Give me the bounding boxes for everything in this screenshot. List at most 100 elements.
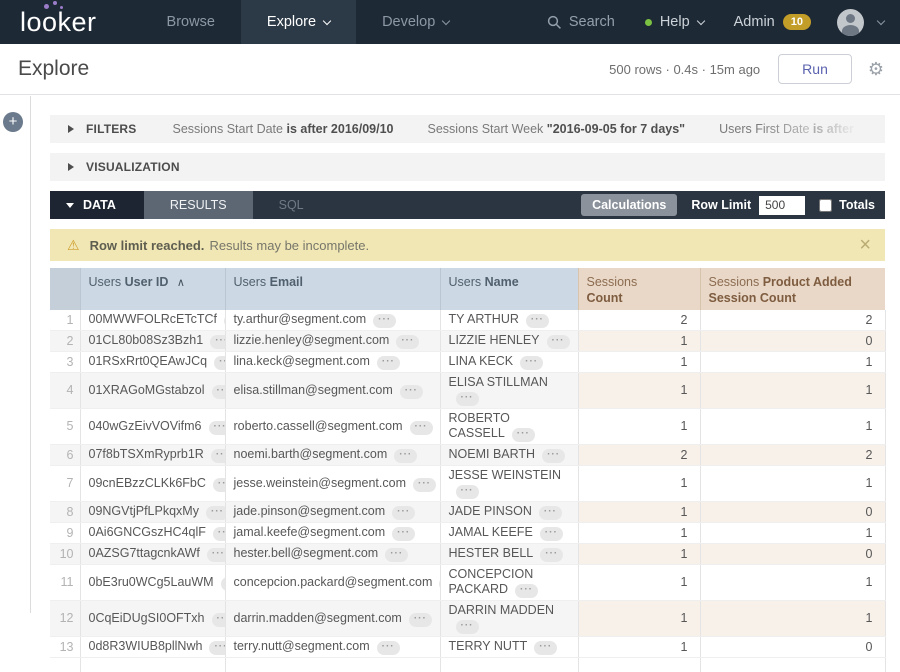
help-menu[interactable]: Help [645,14,704,30]
sessions-count-cell[interactable]: 2 [578,445,700,466]
product-added-count-cell[interactable]: 1 [700,565,885,601]
cell-menu-icon[interactable] [394,449,417,463]
cell-menu-icon[interactable] [396,335,419,349]
cell-menu-icon[interactable] [520,356,543,370]
tab-sql[interactable]: SQL [253,191,330,219]
cell-menu-icon[interactable] [413,478,436,492]
name-cell[interactable]: LIZZIE HENLEY [440,331,578,352]
name-cell[interactable]: DARRIN MADDEN [440,601,578,637]
user-id-cell[interactable]: 09NGVtjPfLPkqxMy [80,502,225,523]
cell-menu-icon[interactable] [373,314,396,328]
user-id-cell[interactable]: 01CL80b08Sz3Bzh1 [80,331,225,352]
name-cell[interactable]: JAMAL KEEFE [440,523,578,544]
email-cell[interactable]: jade.pinson@segment.com [225,502,440,523]
name-cell[interactable]: JESSE WEINSTEIN [440,466,578,502]
name-cell[interactable]: TY ARTHUR [440,310,578,331]
product-added-count-cell[interactable]: 1 [700,373,885,409]
cell-menu-icon[interactable] [409,613,432,627]
email-cell[interactable]: hester.bell@segment.com [225,544,440,565]
cell-menu-icon[interactable] [456,485,479,499]
cell-menu-icon[interactable] [212,385,225,399]
cell-menu-icon[interactable] [213,527,225,541]
admin-menu[interactable]: Admin 10 [734,14,811,30]
column-header-email[interactable]: Users Email [225,268,440,310]
column-header-sessions-count[interactable]: Sessions Count [578,268,700,310]
user-id-cell[interactable]: 0bE3ru0WCg5LauWM [80,565,225,601]
sessions-count-cell[interactable]: 1 [578,466,700,502]
product-added-count-cell[interactable]: 0 [700,331,885,352]
sessions-count-cell[interactable]: 1 [578,565,700,601]
row-limit-input[interactable] [759,196,805,215]
cell-menu-icon[interactable] [392,527,415,541]
tab-data[interactable]: DATA [50,191,144,219]
product-added-count-cell[interactable]: 0 [700,502,885,523]
user-id-cell[interactable]: 07f8bTSXmRyprb1R [80,445,225,466]
cell-menu-icon[interactable] [539,506,562,520]
sessions-count-cell[interactable]: 1 [578,373,700,409]
cell-menu-icon[interactable] [540,527,563,541]
sessions-count-cell[interactable]: 2 [578,310,700,331]
totals-checkbox[interactable] [819,199,832,212]
cell-menu-icon[interactable] [377,356,400,370]
product-added-count-cell[interactable]: 1 [700,466,885,502]
column-header-product-added[interactable]: Sessions Product Added Session Count [700,268,885,310]
email-cell[interactable]: jamal.keefe@segment.com [225,523,440,544]
email-cell[interactable]: lina.keck@segment.com [225,352,440,373]
cell-menu-icon[interactable] [392,506,415,520]
cell-menu-icon[interactable] [213,478,225,492]
user-id-cell[interactable]: 0Ai6GNCGszHC4qlF [80,523,225,544]
cell-menu-icon[interactable] [210,335,225,349]
nav-item-browse[interactable]: Browse [141,0,241,44]
nav-item-develop[interactable]: Develop [356,0,475,44]
sessions-count-cell[interactable]: 1 [578,502,700,523]
name-cell[interactable]: HESTER BELL [440,544,578,565]
user-id-cell[interactable]: 0d8R3WIUB8pllNwh [80,637,225,658]
filters-bar[interactable]: FILTERS Sessions Start Date is after 201… [50,115,885,143]
looker-logo[interactable]: looker [20,0,105,44]
cell-menu-icon[interactable] [211,449,225,463]
cell-menu-icon[interactable] [456,620,479,634]
name-cell[interactable]: TERRY NUTT [440,637,578,658]
cell-menu-icon[interactable] [377,641,400,655]
product-added-count-cell[interactable]: 1 [700,409,885,445]
name-cell[interactable]: NOEMI BARTH [440,445,578,466]
email-cell[interactable]: concepcion.packard@segment.com [225,565,440,601]
sessions-count-cell[interactable]: 1 [578,601,700,637]
name-cell[interactable]: JADE PINSON [440,502,578,523]
gear-icon[interactable]: ⚙ [868,60,884,78]
cell-menu-icon[interactable] [542,449,565,463]
product-added-count-cell[interactable]: 0 [700,637,885,658]
sessions-count-cell[interactable]: 1 [578,352,700,373]
run-button[interactable]: Run [778,54,852,84]
user-id-cell[interactable]: 01RSxRrt0QEAwJCq [80,352,225,373]
search-button[interactable]: Search [547,14,615,30]
user-id-cell[interactable]: 09cnEBzzCLKk6FbC [80,466,225,502]
cell-menu-icon[interactable] [526,314,549,328]
email-cell[interactable]: lizzie.henley@segment.com [225,331,440,352]
cell-menu-icon[interactable] [209,421,225,435]
user-id-cell[interactable]: 040wGzEivVOVifm6 [80,409,225,445]
cell-menu-icon[interactable] [206,506,225,520]
email-cell[interactable]: jesse.weinstein@segment.com [225,466,440,502]
email-cell[interactable]: noemi.barth@segment.com [225,445,440,466]
sessions-count-cell[interactable]: 1 [578,331,700,352]
cell-menu-icon[interactable] [212,613,225,627]
add-field-button[interactable]: + [3,112,23,132]
product-added-count-cell[interactable]: 2 [700,445,885,466]
cell-menu-icon[interactable] [209,641,225,655]
name-cell[interactable]: ELISA STILLMAN [440,373,578,409]
user-id-cell[interactable]: 01XRAGoMGstabzol [80,373,225,409]
user-id-cell[interactable]: 0CqEiDUgSI0OFTxh [80,601,225,637]
cell-menu-icon[interactable] [410,421,433,435]
cell-menu-icon[interactable] [540,548,563,562]
column-header-user-id[interactable]: Users User ID ∧ [80,268,225,310]
product-added-count-cell[interactable]: 2 [700,310,885,331]
cell-menu-icon[interactable] [515,584,538,598]
cell-menu-icon[interactable] [400,385,423,399]
visualization-bar[interactable]: VISUALIZATION [50,153,885,181]
sessions-count-cell[interactable]: 1 [578,544,700,565]
name-cell[interactable]: CONCEPCION PACKARD [440,565,578,601]
cell-menu-icon[interactable] [385,548,408,562]
tab-results[interactable]: RESULTS [144,191,253,219]
user-menu[interactable] [837,9,884,36]
